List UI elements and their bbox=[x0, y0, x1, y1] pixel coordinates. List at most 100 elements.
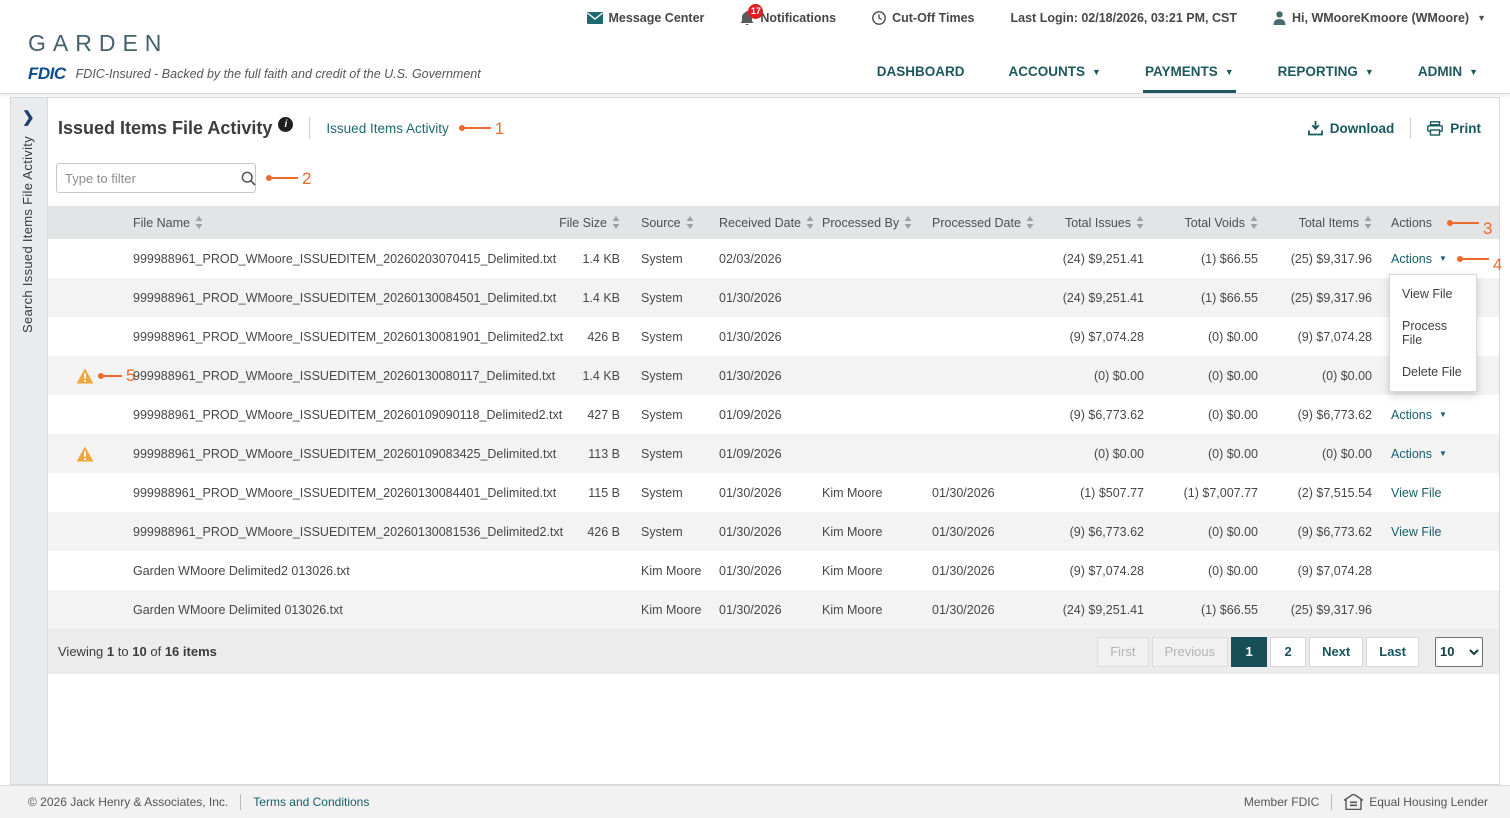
cell-file-name: 999988961_PROD_WMoore_ISSUEDITEM_2026010… bbox=[133, 434, 533, 473]
garden-logo: GARDEN bbox=[28, 30, 481, 57]
divider bbox=[1331, 794, 1332, 810]
view-file-link[interactable]: View File bbox=[1391, 486, 1441, 500]
header-processed-by[interactable]: Processed By bbox=[822, 206, 932, 239]
cell-total-voids: (1) $66.55 bbox=[1144, 239, 1258, 278]
cell-processed-by bbox=[822, 395, 932, 434]
sort-icon bbox=[1136, 216, 1144, 229]
cell-source: System bbox=[620, 317, 719, 356]
nav-reporting[interactable]: REPORTING▼ bbox=[1276, 64, 1376, 93]
page-2-button[interactable]: 2 bbox=[1270, 637, 1306, 667]
cell-total-voids: (0) $0.00 bbox=[1144, 356, 1258, 395]
sort-icon bbox=[806, 216, 814, 229]
pagination-bar: Viewing 1 to 10 of 16 items First Previo… bbox=[48, 629, 1499, 674]
cell-source: System bbox=[620, 512, 719, 551]
page-1-button[interactable]: 1 bbox=[1231, 637, 1267, 667]
cell-total-items: (25) $9,317.96 bbox=[1258, 590, 1372, 629]
actions-menu-trigger[interactable]: Actions▼ bbox=[1391, 447, 1447, 461]
cell-file-size: 115 B bbox=[533, 473, 620, 512]
page-size-select[interactable]: 10 bbox=[1435, 637, 1483, 667]
breadcrumb-issued-items-activity[interactable]: Issued Items Activity bbox=[326, 121, 448, 136]
message-center-label: Message Center bbox=[609, 11, 705, 25]
notifications-label: Notifications bbox=[760, 11, 836, 25]
nav-dashboard[interactable]: DASHBOARD bbox=[875, 64, 967, 93]
cutoff-times-button[interactable]: Cut-Off Times bbox=[872, 11, 974, 25]
actions-menu-trigger[interactable]: Actions▼ bbox=[1391, 252, 1447, 266]
cell-total-voids: (0) $0.00 bbox=[1144, 512, 1258, 551]
table-row: 999988961_PROD_WMoore_ISSUEDITEM_2026013… bbox=[48, 473, 1499, 512]
annotation-5: 5 bbox=[98, 367, 135, 384]
terms-and-conditions-link[interactable]: Terms and Conditions bbox=[253, 795, 369, 809]
cell-total-issues: (9) $7,074.28 bbox=[1038, 317, 1144, 356]
cell-processed-date: 01/30/2026 bbox=[932, 512, 1038, 551]
header-source[interactable]: Source bbox=[620, 206, 719, 239]
main-nav: DASHBOARD ACCOUNTS▼ PAYMENTS▼ REPORTING▼… bbox=[875, 36, 1510, 93]
user-menu[interactable]: Hi, WMooreKmoore (WMoore) ▼ bbox=[1273, 11, 1486, 25]
header-processed-date[interactable]: Processed Date bbox=[932, 206, 1038, 239]
content-area: Issued Items File Activity i Issued Item… bbox=[48, 98, 1499, 784]
download-button[interactable]: Download bbox=[1308, 121, 1395, 136]
cell-received-date: 01/30/2026 bbox=[719, 473, 822, 512]
menu-item-process-file[interactable]: Process File bbox=[1390, 310, 1476, 356]
view-file-link[interactable]: View File bbox=[1391, 525, 1441, 539]
sort-icon bbox=[612, 216, 620, 229]
header-file-name[interactable]: File Name bbox=[133, 206, 533, 239]
brand-bar: GARDEN FDIC FDIC-Insured - Backed by the… bbox=[0, 36, 1510, 94]
caret-down-icon: ▼ bbox=[1439, 449, 1447, 458]
notifications-button[interactable]: 17 Notifications bbox=[740, 11, 836, 26]
table-row: 999988961_PROD_WMoore_ISSUEDITEM_2026013… bbox=[48, 317, 1499, 356]
menu-item-delete-file[interactable]: Delete File bbox=[1390, 356, 1476, 388]
header-total-voids[interactable]: Total Voids bbox=[1144, 206, 1258, 239]
cell-source: Kim Moore bbox=[620, 551, 719, 590]
user-label: Hi, WMooreKmoore (WMoore) bbox=[1292, 11, 1469, 25]
nav-accounts[interactable]: ACCOUNTS▼ bbox=[1007, 64, 1103, 93]
clock-icon bbox=[872, 11, 886, 25]
print-button[interactable]: Print bbox=[1427, 121, 1481, 136]
first-page-button[interactable]: First bbox=[1097, 637, 1148, 667]
cell-file-name: 999988961_PROD_WMoore_ISSUEDITEM_2026013… bbox=[133, 512, 533, 551]
cell-processed-by bbox=[822, 317, 932, 356]
divider bbox=[1410, 118, 1411, 138]
nav-payments[interactable]: PAYMENTS▼ bbox=[1143, 64, 1236, 93]
actions-menu-trigger[interactable]: Actions▼ bbox=[1391, 408, 1447, 422]
previous-page-button[interactable]: Previous bbox=[1152, 637, 1229, 667]
cell-total-issues: (24) $9,251.41 bbox=[1038, 239, 1144, 278]
cell-file-size: 1.4 KB bbox=[533, 239, 620, 278]
copyright: © 2026 Jack Henry & Associates, Inc. bbox=[28, 795, 228, 809]
info-icon[interactable]: i bbox=[278, 117, 293, 132]
warning-icon bbox=[76, 446, 94, 462]
filter-input[interactable] bbox=[65, 171, 241, 186]
menu-item-view-file[interactable]: View File bbox=[1390, 278, 1476, 310]
cell-processed-date: 01/30/2026 bbox=[932, 590, 1038, 629]
notifications-badge: 17 bbox=[748, 4, 763, 19]
member-fdic-label: Member FDIC bbox=[1244, 795, 1319, 809]
annotation-3: 3 bbox=[1447, 209, 1492, 237]
cell-received-date: 01/09/2026 bbox=[719, 434, 822, 473]
last-page-button[interactable]: Last bbox=[1366, 637, 1419, 667]
cell-source: System bbox=[620, 239, 719, 278]
cell-processed-date: 01/30/2026 bbox=[932, 551, 1038, 590]
expand-panel-chevron-icon[interactable]: ❯ bbox=[22, 108, 35, 126]
viewing-summary: Viewing 1 to 10 of 16 items bbox=[58, 644, 217, 659]
cell-processed-date bbox=[932, 317, 1038, 356]
message-center-button[interactable]: Message Center bbox=[587, 11, 705, 25]
fdic-logo: FDIC bbox=[28, 64, 66, 84]
cell-file-size: 426 B bbox=[533, 317, 620, 356]
sort-icon bbox=[1026, 216, 1034, 229]
annotation-2: 2 bbox=[266, 170, 311, 187]
cell-received-date: 02/03/2026 bbox=[719, 239, 822, 278]
cell-source: System bbox=[620, 395, 719, 434]
divider bbox=[309, 117, 310, 139]
equal-housing-icon bbox=[1344, 794, 1363, 810]
header-received-date[interactable]: Received Date bbox=[719, 206, 822, 239]
cell-total-items: (9) $7,074.28 bbox=[1258, 551, 1372, 590]
header-total-items[interactable]: Total Items bbox=[1258, 206, 1372, 239]
next-page-button[interactable]: Next bbox=[1309, 637, 1363, 667]
cell-file-size: 427 B bbox=[533, 395, 620, 434]
header-total-issues[interactable]: Total Issues bbox=[1038, 206, 1144, 239]
header-file-size[interactable]: File Size bbox=[533, 206, 620, 239]
search-panel-label: Search Issued Items File Activity bbox=[20, 136, 35, 333]
sort-icon bbox=[1250, 216, 1258, 229]
nav-admin[interactable]: ADMIN▼ bbox=[1416, 64, 1480, 93]
cell-received-date: 01/30/2026 bbox=[719, 512, 822, 551]
search-icon[interactable] bbox=[241, 171, 256, 186]
